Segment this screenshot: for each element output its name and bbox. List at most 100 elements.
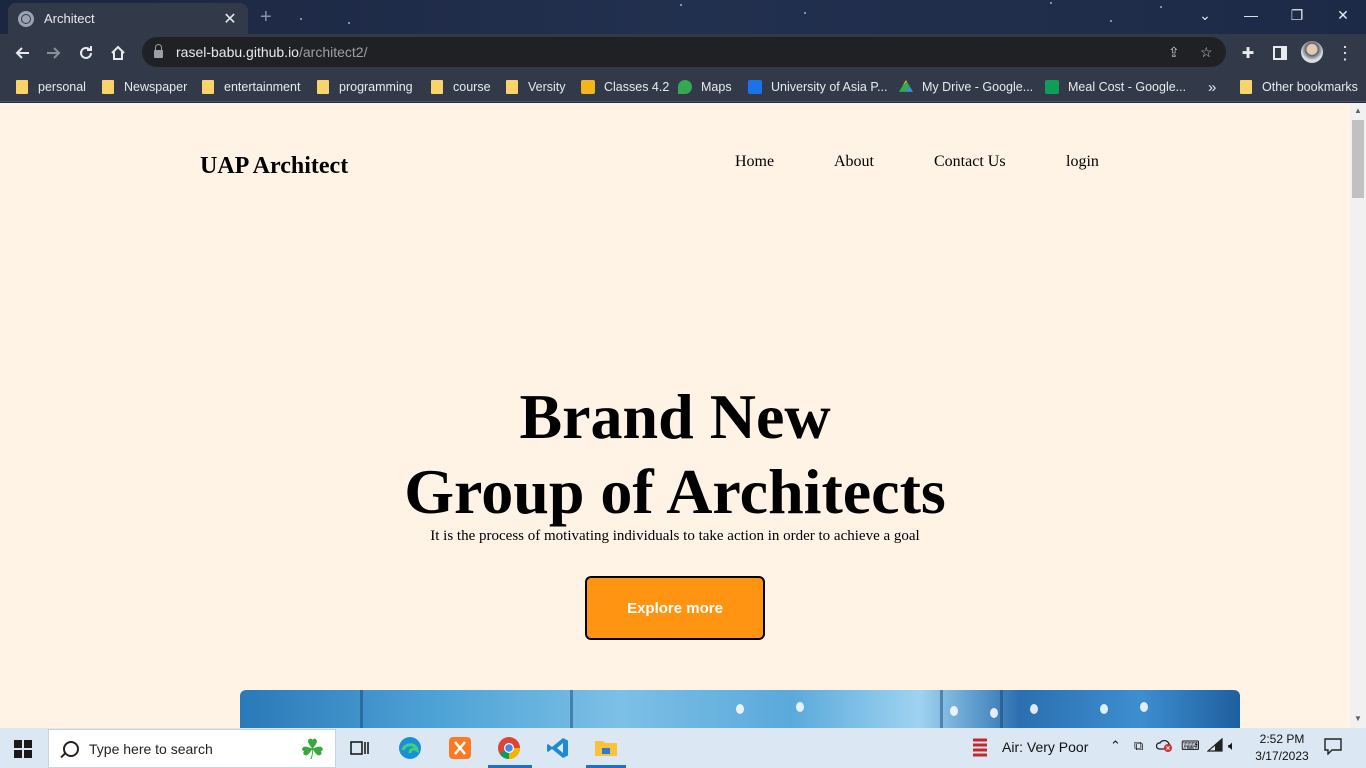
extensions-icon[interactable]: ✚ (1234, 39, 1262, 67)
bookmark-entertainment[interactable]: entertainment (202, 77, 300, 97)
minimize-button[interactable]: — (1228, 0, 1274, 30)
address-bar[interactable]: rasel-babu.github.io/architect2/ ⇪ ☆ (142, 37, 1226, 67)
tab-title: Architect (44, 11, 95, 26)
nav-home[interactable]: Home (735, 153, 774, 171)
hero-building-image (240, 690, 1240, 728)
bookmark-label: personal (38, 80, 86, 94)
clock-date: 3/17/2023 (1255, 749, 1309, 763)
bookmark-course[interactable]: course (431, 77, 491, 97)
folder-icon (317, 80, 329, 94)
back-arrow-icon[interactable] (8, 39, 36, 67)
browser-toolbar: rasel-babu.github.io/architect2/ ⇪ ☆ ✚ ⋮ (0, 34, 1366, 71)
bookmark-classes[interactable]: Classes 4.2 (581, 77, 669, 97)
side-panel-icon[interactable] (1266, 39, 1294, 67)
lock-icon[interactable] (154, 44, 163, 58)
bookmark-label: Newspaper (124, 80, 188, 94)
bookmark-label: My Drive - Google... (922, 80, 1034, 94)
browser-tab-strip: Architect ✕ + ⌄ — ❐ ✕ (0, 0, 1366, 34)
chrome-icon[interactable] (495, 734, 523, 762)
share-icon[interactable]: ⇪ (1168, 44, 1180, 61)
air-quality-text[interactable]: Air: Very Poor (1002, 739, 1088, 755)
uap-icon (748, 80, 762, 94)
restore-button[interactable]: ❐ (1274, 0, 1320, 30)
folder-icon (431, 80, 443, 94)
search-placeholder: Type here to search (89, 740, 213, 757)
bookmark-label: programming (339, 80, 413, 94)
bookmark-personal[interactable]: personal (16, 77, 86, 97)
bookmark-label: course (453, 80, 491, 94)
bookmark-label: Meal Cost - Google... (1068, 80, 1187, 94)
xampp-icon[interactable] (446, 734, 474, 762)
folder-icon (16, 80, 28, 94)
folder-icon (102, 80, 114, 94)
bookmark-drive[interactable]: My Drive - Google... (899, 77, 1033, 97)
bookmark-newspaper[interactable]: Newspaper (102, 77, 187, 97)
classroom-icon (581, 80, 595, 94)
folder-icon (202, 80, 214, 94)
wifi-icon[interactable] (1206, 737, 1223, 755)
close-tab-icon[interactable]: ✕ (222, 9, 238, 29)
close-window-button[interactable]: ✕ (1320, 0, 1366, 30)
forward-arrow-icon[interactable] (40, 39, 68, 67)
url-host: rasel-babu.github.io (176, 44, 299, 60)
hero-subtitle: It is the process of motivating individu… (430, 528, 920, 544)
scroll-down-icon[interactable]: ▼ (1350, 714, 1366, 723)
bookmark-versity[interactable]: Versity (506, 77, 566, 97)
new-tab-button[interactable]: + (260, 6, 272, 29)
menu-kebab-icon[interactable]: ⋮ (1331, 39, 1359, 67)
sheets-icon (1045, 80, 1059, 94)
web-page: UAP Architect Home About Contact Us logi… (0, 103, 1350, 728)
folder-icon (1240, 80, 1252, 94)
bookmark-label: Versity (528, 80, 566, 94)
system-clock[interactable]: 2:52 PM 3/17/2023 (1252, 731, 1312, 765)
input-language-icon[interactable]: ⌨ (1181, 738, 1200, 754)
windows-taskbar: Type here to search ☘ Air: Very Poor ⌃ ⧉… (0, 728, 1366, 768)
page-scrollbar[interactable]: ▲ ▼ (1350, 103, 1366, 728)
explore-more-button[interactable]: Explore more (585, 576, 765, 640)
site-brand[interactable]: UAP Architect (200, 153, 348, 180)
scroll-up-icon[interactable]: ▲ (1350, 106, 1366, 115)
bookmarks-overflow-button[interactable]: » (1208, 77, 1216, 97)
drive-icon (899, 80, 913, 92)
url-path: /architect2/ (298, 44, 368, 60)
hero-title-line2: Group of Architects (404, 456, 946, 527)
nav-login[interactable]: login (1066, 153, 1099, 171)
notifications-icon[interactable] (1324, 737, 1342, 758)
bookmarks-bar: personal Newspaper entertainment program… (0, 71, 1366, 102)
globe-icon (18, 10, 34, 27)
scrollbar-thumb[interactable] (1352, 120, 1364, 198)
other-bookmarks-label: Other bookmarks (1262, 80, 1358, 94)
bookmark-uap[interactable]: University of Asia P... (748, 77, 888, 97)
clock-time: 2:52 PM (1259, 732, 1305, 746)
nav-contact-us[interactable]: Contact Us (934, 153, 1006, 171)
nav-about[interactable]: About (834, 153, 874, 171)
volume-icon[interactable]: 🔈︎ (1228, 738, 1236, 754)
onedrive-error-icon[interactable] (1155, 738, 1174, 755)
bookmark-label: Classes 4.2 (604, 80, 670, 94)
taskbar-search-box[interactable]: Type here to search ☘ (48, 729, 336, 768)
maps-icon (678, 80, 692, 94)
profile-avatar[interactable] (1301, 41, 1323, 63)
bookmark-maps[interactable]: Maps (678, 77, 732, 97)
vscode-icon[interactable] (544, 734, 572, 762)
task-view-icon[interactable] (346, 734, 374, 762)
bookmark-meal-cost[interactable]: Meal Cost - Google... (1045, 77, 1186, 97)
home-icon[interactable] (104, 39, 132, 67)
tab-architect[interactable]: Architect ✕ (8, 3, 248, 34)
windows-start-icon[interactable] (14, 740, 32, 758)
reload-icon[interactable] (72, 39, 100, 67)
bookmark-label: University of Asia P... (771, 80, 888, 94)
file-explorer-icon[interactable] (592, 734, 620, 762)
bookmark-label: entertainment (224, 80, 301, 94)
bookmark-star-icon[interactable]: ☆ (1200, 44, 1213, 61)
edge-icon[interactable] (396, 734, 424, 762)
bookmark-label: Maps (701, 80, 732, 94)
tab-search-button[interactable]: ⌄ (1182, 0, 1228, 30)
meet-now-icon[interactable]: ⧉ (1134, 738, 1143, 754)
hero-title-line1: Brand New (519, 381, 831, 452)
search-icon (63, 740, 79, 757)
chevron-up-icon[interactable]: ⌃ (1110, 738, 1121, 754)
bookmark-programming[interactable]: programming (317, 77, 413, 97)
air-quality-icon[interactable] (970, 736, 990, 761)
other-bookmarks[interactable]: Other bookmarks (1240, 77, 1358, 97)
